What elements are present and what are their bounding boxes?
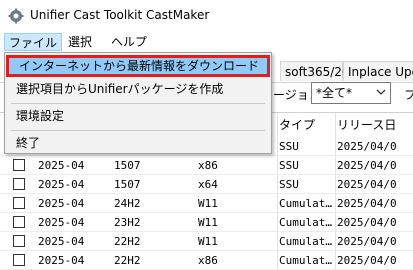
- chevron-down-icon: [376, 89, 386, 95]
- cell-release-date: 2025/04/0: [337, 254, 397, 267]
- cell-version: 22H2: [114, 254, 141, 267]
- row-checkbox[interactable]: [13, 178, 25, 190]
- menu-bar: ファイル 選択 ヘルプ: [0, 32, 413, 52]
- cell-release-date: 2025/04/0: [337, 159, 397, 172]
- menu-item-preferences[interactable]: 環境設定: [6, 105, 270, 127]
- cell-arch: W11: [198, 216, 218, 229]
- table-row[interactable]: 2025-04 24H2 W11 Cumulat… 2025/04/0: [0, 194, 413, 213]
- table-row[interactable]: 2025-04 22H2 x86 Cumulat… 2025/04/0: [0, 251, 413, 270]
- menu-file[interactable]: ファイル: [4, 33, 63, 51]
- cell-version: 1507: [114, 159, 141, 172]
- cell-arch: W11: [198, 197, 218, 210]
- row-checkbox[interactable]: [13, 235, 25, 247]
- cell-release-date: 2025/04/0: [337, 235, 397, 248]
- file-menu-dropdown: インターネットから最新情報をダウンロード 選択項目からUnifierパッケージを…: [4, 52, 272, 154]
- menu-separator: [11, 103, 265, 104]
- cell-version: 1507: [114, 178, 141, 191]
- cell-arch: x86: [198, 254, 218, 267]
- cell-arch: x64: [198, 178, 218, 191]
- cell-month: 2025-04: [38, 178, 85, 191]
- cell-month: 2025-04: [38, 216, 85, 229]
- cell-release-date: 2025/04/0: [337, 178, 397, 191]
- version-filter-value: *全て*: [316, 86, 353, 100]
- menu-separator: [11, 130, 265, 131]
- filter-extra-label: フ: [404, 88, 413, 102]
- cell-release-date: 2025/04/0: [337, 140, 397, 153]
- cell-type: Cumulat…: [279, 197, 332, 210]
- gear-icon: [8, 8, 24, 24]
- menu-item-exit[interactable]: 終了: [6, 132, 270, 154]
- table-row[interactable]: 2025-04 23H2 W11 Cumulat… 2025/04/0: [0, 213, 413, 232]
- cell-month: 2025-04: [38, 235, 85, 248]
- cell-type: Cumulat…: [279, 216, 332, 229]
- version-filter-select[interactable]: *全て*: [311, 82, 391, 104]
- column-header-type[interactable]: タイプ: [279, 113, 315, 137]
- cell-arch: W11: [198, 235, 218, 248]
- cell-version: 24H2: [114, 197, 141, 210]
- cell-type: SSU: [279, 140, 299, 153]
- cell-month: 2025-04: [38, 254, 85, 267]
- cell-type: SSU: [279, 159, 299, 172]
- cell-month: 2025-04: [38, 159, 85, 172]
- cell-release-date: 2025/04/0: [337, 197, 397, 210]
- cell-version: 22H2: [114, 235, 141, 248]
- tab-inplace-upgrade[interactable]: Inplace Upda: [343, 61, 413, 81]
- table-row[interactable]: 2025-04 22H2 W11 Cumulat… 2025/04/0: [0, 232, 413, 251]
- cell-type: Cumulat…: [279, 254, 332, 267]
- row-checkbox[interactable]: [13, 216, 25, 228]
- menu-item-create-package[interactable]: 選択項目からUnifierパッケージを作成: [6, 78, 270, 100]
- tab-office[interactable]: soft365/2019: [280, 61, 365, 81]
- row-checkbox[interactable]: [13, 254, 25, 266]
- title-bar: Unifier Cast Toolkit CastMaker: [0, 0, 413, 32]
- menu-select[interactable]: 選択: [62, 33, 98, 51]
- column-header-release-date[interactable]: リリース日: [337, 113, 396, 137]
- table-row[interactable]: 2025-04 1507 x64 SSU 2025/04/0: [0, 175, 413, 194]
- menu-item-download-latest[interactable]: インターネットから最新情報をダウンロード: [6, 55, 270, 77]
- cell-version: 23H2: [114, 216, 141, 229]
- cell-type: SSU: [279, 178, 299, 191]
- cell-arch: x86: [198, 159, 218, 172]
- row-checkbox[interactable]: [13, 159, 25, 171]
- cell-release-date: 2025/04/0: [337, 216, 397, 229]
- menu-help[interactable]: ヘルプ: [105, 33, 153, 51]
- cell-month: 2025-04: [38, 197, 85, 210]
- window-title: Unifier Cast Toolkit CastMaker: [30, 8, 210, 22]
- table-row[interactable]: 2025-04 1507 x86 SSU 2025/04/0: [0, 156, 413, 175]
- cell-type: Cumulat…: [279, 235, 332, 248]
- row-checkbox[interactable]: [13, 197, 25, 209]
